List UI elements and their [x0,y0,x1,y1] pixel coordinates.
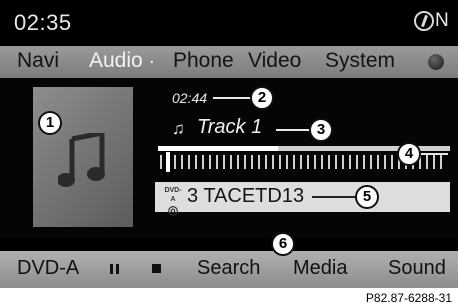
callout-4-leader [420,153,448,155]
callout-2-leader [213,97,251,99]
main-menu-bar: Navi Audio . Phone Video System [0,46,458,78]
disc-type-label: DVD-A [164,187,182,203]
track-note-icon: ♫ [172,119,185,138]
sound-button[interactable]: Sound [388,257,446,280]
seek-cursor[interactable] [166,152,170,172]
media-button[interactable]: Media [293,257,347,280]
dvd-audio-icon: DVD-A ◎ [162,186,184,216]
menu-navi[interactable]: Navi [17,49,59,73]
audio-screen: 02:35 N Navi Audio . Phone Video System … [0,0,458,288]
disc-label: 3 TACETD13 [187,185,305,207]
search-button[interactable]: Search [197,257,260,280]
menu-system[interactable]: System [325,49,395,73]
disc-selector[interactable]: DVD-A ◎ 3 TACETD13 [155,182,450,216]
callout-5: 5 [355,185,379,209]
pause-icon[interactable] [110,264,119,274]
callout-3-leader [276,129,310,131]
callout-2: 2 [250,86,274,110]
figure-code: P82.87-6288-31 [365,291,452,305]
clock: 02:35 [14,10,72,35]
menu-video[interactable]: Video [248,49,301,73]
globe-icon[interactable] [428,54,444,70]
music-note-icon [58,133,105,187]
callout-5-leader [312,196,356,198]
callout-3: 3 [309,118,333,142]
menu-audio[interactable]: Audio [89,49,143,73]
status-bar: 02:35 N [0,0,458,46]
track-progress-fill [158,146,278,151]
album-cover [33,87,133,227]
dvd-a-button[interactable]: DVD-A [17,257,79,280]
bottom-menu-bar: DVD-A Search Media Sound [0,251,458,288]
elapsed-time: 02:44 [172,90,208,106]
stop-icon[interactable] [152,264,161,273]
compass-icon [414,11,434,31]
compass-heading: N [435,10,449,31]
callout-6: 6 [271,232,295,256]
menu-active-dot: . [149,46,155,68]
track-title: Track 1 [197,116,263,138]
menu-phone[interactable]: Phone [173,49,234,73]
callout-1: 1 [38,111,62,135]
callout-4: 4 [397,142,421,166]
